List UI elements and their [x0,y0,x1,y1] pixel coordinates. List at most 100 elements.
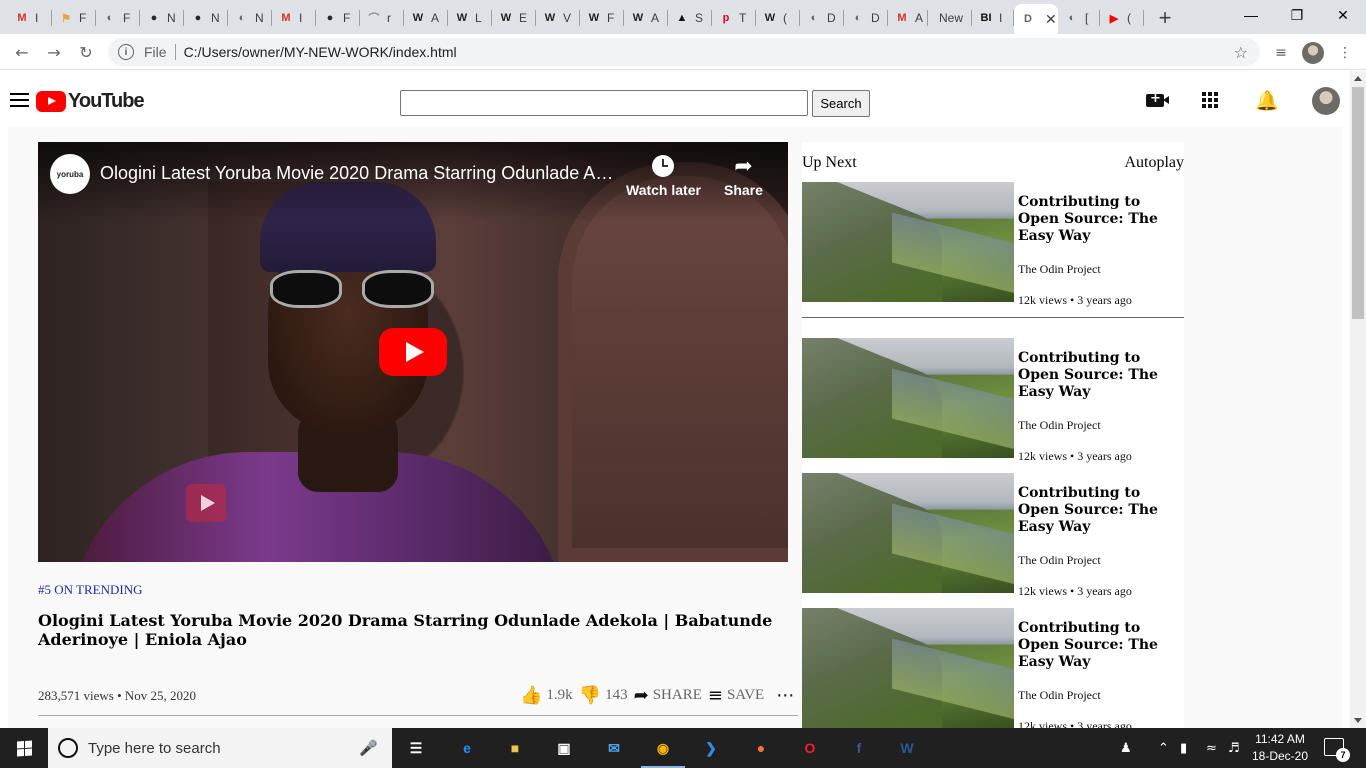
store-icon[interactable]: ▣ [550,734,578,762]
browser-tab[interactable]: BI I [972,4,1014,32]
browser-tab[interactable]: ◐ D [800,4,844,32]
browser-tab[interactable]: ● N [140,4,184,32]
autoplay-toggle[interactable]: Autoplay [1124,154,1184,172]
browser-tab[interactable]: WA [404,4,448,32]
opera-icon[interactable]: O [796,734,824,762]
edge-icon[interactable]: e [453,734,481,762]
suggested-video-card[interactable]: Contributing to Open Source: The Easy Wa… [802,608,1184,728]
new-tab-button[interactable]: + [1152,5,1178,31]
firefox-icon[interactable]: ● [747,734,775,762]
browser-tab[interactable]: D ✕ [1014,4,1058,34]
task-view-icon[interactable]: ☰ [402,734,430,762]
browser-tab[interactable]: MI [8,4,52,32]
share-button[interactable]: ➦ SHARE [634,685,702,706]
suggested-video-card[interactable]: Contributing to Open Source: The Easy Wa… [802,338,1184,463]
browser-tab[interactable]: pT [712,4,756,32]
suggested-video-title[interactable]: Contributing to Open Source: The Easy Wa… [1018,620,1184,671]
reading-list-icon[interactable]: ≡ [1270,42,1292,64]
hamburger-menu-icon[interactable] [10,93,29,107]
page-scrollbar[interactable] [1350,71,1366,728]
browser-tab[interactable]: WV [536,4,580,32]
volume-icon[interactable]: ♬ [1228,728,1240,768]
browser-tab[interactable]: ◐[ [1058,4,1100,32]
create-video-icon[interactable] [1144,89,1169,111]
browser-tab[interactable]: ▶( [1100,4,1144,32]
youtube-logo[interactable]: YouTube [36,90,145,113]
suggested-video-channel[interactable]: The Odin Project [1018,262,1101,277]
browser-tab[interactable]: ● N [184,4,228,32]
start-button[interactable] [0,728,48,768]
taskbar-search-box[interactable]: Type here to search 🎤 [48,728,392,768]
browser-tab[interactable]: WL [448,4,492,32]
action-center-icon[interactable]: 7 [1324,738,1350,762]
people-icon[interactable]: ♟ [1120,728,1132,768]
mail-icon[interactable]: ✉ [600,734,628,762]
suggested-video-title[interactable]: Contributing to Open Source: The Easy Wa… [1018,194,1184,245]
video-thumbnail[interactable] [802,182,1014,302]
suggested-video-channel[interactable]: The Odin Project [1018,553,1101,568]
scrollbar-thumb[interactable] [1352,87,1364,319]
browser-tab[interactable]: ● F [316,4,360,32]
avatar[interactable] [1312,87,1340,115]
wifi-icon[interactable]: ≈ [1206,728,1217,768]
vscode-icon[interactable]: ❯ [697,734,725,762]
channel-avatar[interactable]: yoruba [50,154,90,194]
file-explorer-icon[interactable]: ■ [501,734,529,762]
search-button[interactable]: Search [812,90,870,117]
browser-tab[interactable]: MI [272,4,316,32]
suggested-video-channel[interactable]: The Odin Project [1018,688,1101,703]
notifications-bell-icon[interactable]: 🔔 [1255,89,1279,112]
chrome-icon[interactable]: ◉ [641,734,685,768]
url-text[interactable]: C:/Users/owner/MY-NEW-WORK/index.html [184,44,457,60]
save-button[interactable]: ≡ SAVE [708,685,764,706]
browser-tab[interactable]: W( [756,4,800,32]
browser-tab[interactable]: ◐ F [96,4,140,32]
like-button[interactable]: 👍 1.9k [520,685,573,706]
trending-link[interactable]: #5 ON TRENDING [38,582,142,598]
show-hidden-icons-chevron-icon[interactable]: ⌃ [1158,728,1169,768]
suggested-video-card[interactable]: Contributing to Open Source: The Easy Wa… [802,473,1184,598]
browser-tab[interactable]: New [928,4,972,32]
more-options-icon[interactable]: ⋯ [776,685,794,706]
info-icon[interactable]: i [118,44,134,60]
facebook-icon[interactable]: f [845,734,873,762]
dislike-button[interactable]: 👎 143 [579,685,628,706]
browser-tab[interactable]: ◐ N [228,4,272,32]
scroll-down-arrow-icon[interactable] [1354,718,1362,723]
video-thumbnail[interactable] [802,473,1014,593]
menu-kebab-icon[interactable]: ⋮ [1334,42,1356,64]
close-window-button[interactable]: ✕ [1320,0,1366,30]
suggested-video-title[interactable]: Contributing to Open Source: The Easy Wa… [1018,485,1184,536]
browser-tab[interactable]: ⚑ F [52,4,96,32]
video-thumbnail[interactable] [802,608,1014,728]
scroll-up-arrow-icon[interactable] [1354,76,1362,81]
omnibox[interactable]: i File C:/Users/owner/MY-NEW-WORK/index.… [108,38,1260,66]
video-player[interactable]: yoruba Ologini Latest Yoruba Movie 2020 … [38,142,788,562]
close-tab-icon[interactable]: ✕ [1045,11,1057,28]
back-arrow-icon[interactable]: ← [10,40,34,64]
suggested-video-card[interactable]: Contributing to Open Source: The Easy Wa… [802,182,1184,307]
microphone-icon[interactable]: 🎤 [359,739,378,757]
player-title[interactable]: Ologini Latest Yoruba Movie 2020 Drama S… [100,163,620,184]
apps-grid-icon[interactable] [1199,89,1221,111]
video-thumbnail[interactable] [802,338,1014,458]
browser-tab[interactable]: WA [624,4,668,32]
battery-icon[interactable]: ▮ [1180,728,1187,768]
suggested-video-title[interactable]: Contributing to Open Source: The Easy Wa… [1018,350,1184,401]
search-input[interactable] [400,90,808,116]
profile-avatar[interactable] [1302,42,1324,64]
word-icon[interactable]: W [893,734,921,762]
watch-later-button[interactable]: Watch later [626,154,701,198]
player-share-button[interactable]: ➦ Share [724,154,763,199]
suggested-video-channel[interactable]: The Odin Project [1018,418,1101,433]
bookmark-star-icon[interactable]: ☆ [1234,43,1248,62]
browser-tab[interactable]: ◐ D [844,4,888,32]
browser-tab[interactable]: MA [888,4,928,32]
browser-tab[interactable]: WF [580,4,624,32]
reload-icon[interactable]: ↻ [74,40,98,64]
browser-tab[interactable]: ⌒ r [360,4,404,32]
forward-arrow-icon[interactable]: → [42,40,66,64]
browser-tab[interactable]: ▲ S [668,4,712,32]
system-clock[interactable]: 11:42 AM 18-Dec-20 [1244,731,1316,765]
minimize-button[interactable]: — [1228,0,1274,30]
